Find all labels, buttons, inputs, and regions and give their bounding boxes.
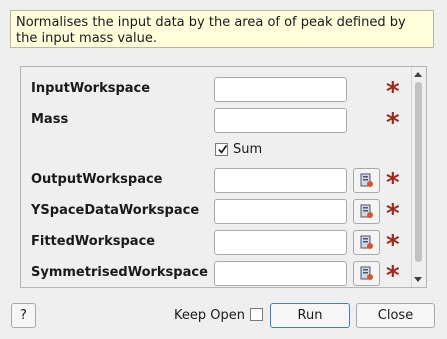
keep-open-label: Keep Open — [174, 308, 245, 323]
mass-label: Mass — [31, 112, 69, 127]
required-star-icon: * — [386, 168, 400, 198]
input-workspace-field[interactable] — [214, 77, 347, 102]
checkmark-icon — [218, 145, 228, 154]
symmetrised-workspace-label: SymmetrisedWorkspace — [31, 265, 208, 280]
fitted-workspace-field[interactable] — [214, 230, 347, 255]
scrollbar-thumb[interactable] — [415, 82, 422, 262]
vertical-scrollbar[interactable] — [411, 67, 426, 287]
input-workspace-label: InputWorkspace — [31, 81, 151, 96]
algorithm-description: Normalises the input data by the area of… — [10, 10, 434, 48]
required-star-icon: * — [386, 77, 400, 107]
symmetrised-workspace-browse-button[interactable] — [353, 261, 380, 286]
fitted-workspace-label: FittedWorkspace — [31, 234, 156, 249]
workspace-icon — [360, 266, 373, 280]
yspace-data-workspace-field[interactable] — [214, 199, 347, 224]
required-star-icon: * — [386, 108, 400, 138]
required-star-icon: * — [386, 199, 400, 229]
scroll-down-arrow-icon[interactable] — [414, 277, 422, 282]
keep-open-checkbox[interactable] — [250, 308, 263, 321]
yspace-data-workspace-label: YSpaceDataWorkspace — [31, 203, 200, 218]
mass-field[interactable] — [214, 108, 347, 133]
output-workspace-label: OutputWorkspace — [31, 172, 163, 187]
help-button[interactable]: ? — [11, 303, 36, 328]
symmetrised-workspace-field[interactable] — [214, 261, 347, 286]
scroll-up-arrow-icon[interactable] — [414, 72, 422, 77]
workspace-icon — [360, 204, 373, 218]
yspace-data-workspace-browse-button[interactable] — [353, 199, 380, 224]
sum-checkbox-label: Sum — [233, 142, 263, 157]
fitted-workspace-browse-button[interactable] — [353, 230, 380, 255]
sum-checkbox[interactable] — [215, 143, 228, 156]
run-button[interactable]: Run — [270, 303, 350, 328]
required-star-icon: * — [386, 230, 400, 260]
close-button[interactable]: Close — [356, 303, 435, 328]
workspace-icon — [360, 235, 373, 249]
required-star-icon: * — [386, 261, 400, 291]
properties-panel: InputWorkspace * Mass * Sum OutputWorksp… — [20, 66, 427, 291]
output-workspace-field[interactable] — [214, 168, 347, 193]
output-workspace-browse-button[interactable] — [353, 168, 380, 193]
workspace-icon — [360, 173, 373, 187]
